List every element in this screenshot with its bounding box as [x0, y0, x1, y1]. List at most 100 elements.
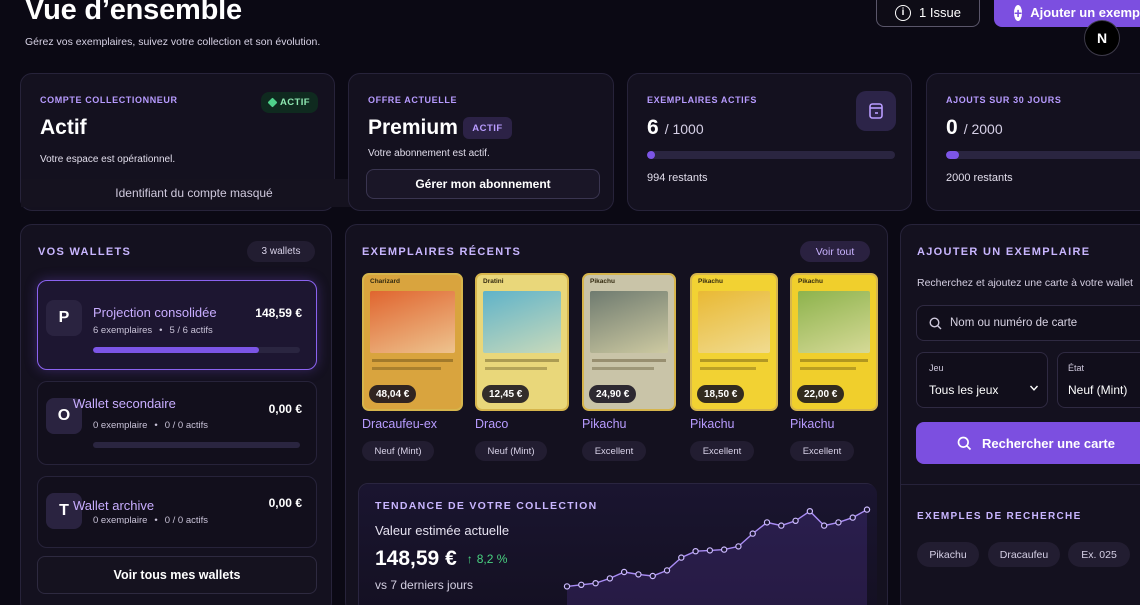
active-copies-stat: 6 / 1000	[647, 116, 704, 140]
card-name[interactable]: Draco	[475, 417, 508, 431]
card-text-line	[485, 359, 559, 362]
trend-change: ↑ 8,2 %	[467, 552, 508, 566]
state-select[interactable]: État Neuf (Mint)	[1057, 352, 1140, 408]
trend-point	[749, 530, 756, 537]
active-copies-progress-fill	[647, 151, 655, 159]
trend-card: Tendance de votre collection Valeur esti…	[358, 483, 877, 605]
trend-label: Valeur estimée actuelle	[375, 523, 510, 538]
trend-point	[792, 517, 799, 524]
card-thumbnail[interactable]: Dratini 12,45 €	[475, 273, 569, 411]
wallet-actives: 5 / 6 actifs	[169, 325, 213, 336]
info-icon: i	[895, 4, 912, 21]
example-chip[interactable]: Dracaufeu	[988, 542, 1060, 567]
card-price: 22,00 €	[797, 385, 845, 403]
avatar[interactable]: N	[1084, 20, 1120, 56]
recent-card-item[interactable]: Pikachu 18,50 € Pikachu Excellent	[690, 273, 778, 465]
card-condition: Excellent	[690, 441, 754, 461]
card-header-text: Pikachu	[698, 278, 723, 285]
page-subtitle: Gérez vos exemplaires, suivez votre coll…	[25, 36, 321, 48]
issue-label: 1 Issue	[919, 5, 961, 20]
additions-remaining: 2000 restants	[946, 172, 1013, 184]
see-all-recent-button[interactable]: Voir tout	[800, 241, 870, 262]
chevron-down-icon	[1029, 385, 1039, 391]
trend-point	[692, 548, 699, 555]
card-condition: Neuf (Mint)	[475, 441, 547, 461]
arrow-up-icon: ↑	[466, 552, 473, 566]
additions-total: / 2000	[963, 121, 1003, 137]
trend-point	[578, 581, 585, 589]
wallet-amount: 0,00 €	[268, 402, 302, 416]
see-all-wallets-button[interactable]: Voir tous mes wallets	[37, 556, 317, 594]
issue-button[interactable]: i 1 Issue	[876, 0, 980, 27]
account-card: Compte collectionneur ACTIF Actif Votre …	[20, 73, 367, 211]
card-header-text: Pikachu	[798, 278, 823, 285]
divider	[901, 484, 1140, 485]
wallets-title: Vos wallets	[38, 246, 132, 258]
recent-card-item[interactable]: Pikachu 22,00 € Pikachu Excellent	[790, 273, 878, 465]
add-copy-description: Recherchez et ajoutez une carte à votre …	[917, 277, 1133, 289]
card-name[interactable]: Dracaufeu-ex	[362, 417, 437, 431]
recent-title: Exemplaires récents	[362, 246, 522, 258]
card-search-input[interactable]: Nom ou numéro de carte	[916, 305, 1140, 341]
card-price: 24,90 €	[589, 385, 637, 403]
card-text-line	[485, 367, 547, 370]
masked-account-id: Identifiant du compte masqué	[21, 179, 367, 207]
card-name[interactable]: Pikachu	[790, 417, 834, 431]
card-text-line	[592, 367, 654, 370]
trend-point	[720, 546, 728, 553]
card-header-text: Pikachu	[590, 278, 615, 285]
card-thumbnail[interactable]: Charizard 48,04 €	[362, 273, 463, 411]
offer-description: Votre abonnement est actif.	[368, 148, 490, 159]
card-thumbnail[interactable]: Pikachu 24,90 €	[582, 273, 676, 411]
card-name[interactable]: Pikachu	[690, 417, 734, 431]
wallet-amount: 148,59 €	[255, 306, 302, 320]
wallet-progress	[93, 347, 300, 353]
example-chip[interactable]: Pikachu	[917, 542, 979, 567]
card-text-line	[372, 359, 453, 362]
trend-point	[835, 519, 842, 526]
card-thumbnail[interactable]: Pikachu 18,50 €	[690, 273, 778, 411]
wallet-item[interactable]: O Wallet secondaire 0 exemplaire • 0 / 0 …	[37, 381, 317, 465]
recent-card-item[interactable]: Charizard 48,04 € Dracaufeu-ex Neuf (Mint)	[362, 273, 463, 465]
example-chip[interactable]: Ex. 025	[1068, 542, 1130, 567]
trend-value-row: 148,59 € ↑ 8,2 %	[375, 547, 507, 571]
card-artwork	[698, 291, 770, 353]
card-condition: Neuf (Mint)	[362, 441, 434, 461]
trend-point	[678, 554, 685, 561]
recent-card-item[interactable]: Pikachu 24,90 € Pikachu Excellent	[582, 273, 676, 465]
additions-card: Ajouts sur 30 jours 0 / 2000 2000 restan…	[926, 73, 1140, 211]
card-thumbnail[interactable]: Pikachu 22,00 €	[790, 273, 878, 411]
wallet-copies: 0 exemplaire	[93, 515, 148, 524]
add-copy-button[interactable]: + Ajouter un exemplaire	[994, 0, 1140, 27]
search-card-button[interactable]: Rechercher une carte	[916, 422, 1140, 464]
offer-card: Offre actuelle Premium ACTIF Votre abonn…	[348, 73, 614, 211]
trend-period: vs 7 derniers jours	[375, 578, 474, 592]
status-badge-label: ACTIF	[280, 97, 310, 108]
additions-progress-fill	[946, 151, 959, 159]
trend-point	[863, 506, 871, 513]
wallet-progress	[93, 442, 300, 448]
card-condition: Excellent	[790, 441, 854, 461]
trend-point	[849, 514, 856, 521]
page-title: Vue d’ensemble	[25, 0, 242, 26]
wallet-item[interactable]: T Wallet archive 0 exemplaire • 0 / 0 act…	[37, 476, 317, 548]
wallet-icon-box	[856, 91, 896, 131]
card-text-line	[700, 359, 768, 362]
game-select[interactable]: Jeu Tous les jeux	[916, 352, 1048, 408]
trend-point	[563, 583, 571, 590]
active-copies-eyebrow: Exemplaires actifs	[647, 95, 757, 105]
active-copies-total: / 1000	[664, 121, 704, 137]
trend-point	[806, 508, 814, 515]
offer-badge: ACTIF	[463, 117, 512, 139]
card-name[interactable]: Pikachu	[582, 417, 626, 431]
wallet-item[interactable]: P Projection consolidée 6 exemplaires • 5…	[37, 280, 317, 370]
trend-point	[763, 519, 771, 526]
trend-point	[592, 579, 599, 587]
wallet-avatar: P	[46, 300, 82, 336]
active-copies-remaining: 994 restants	[647, 172, 708, 184]
recent-card-item[interactable]: Dratini 12,45 € Draco Neuf (Mint)	[475, 273, 569, 465]
state-select-value: Neuf (Mint)	[1068, 383, 1128, 397]
status-badge: ACTIF	[261, 92, 318, 113]
manage-subscription-button[interactable]: Gérer mon abonnement	[366, 169, 600, 199]
offer-plan: Premium	[368, 116, 458, 139]
